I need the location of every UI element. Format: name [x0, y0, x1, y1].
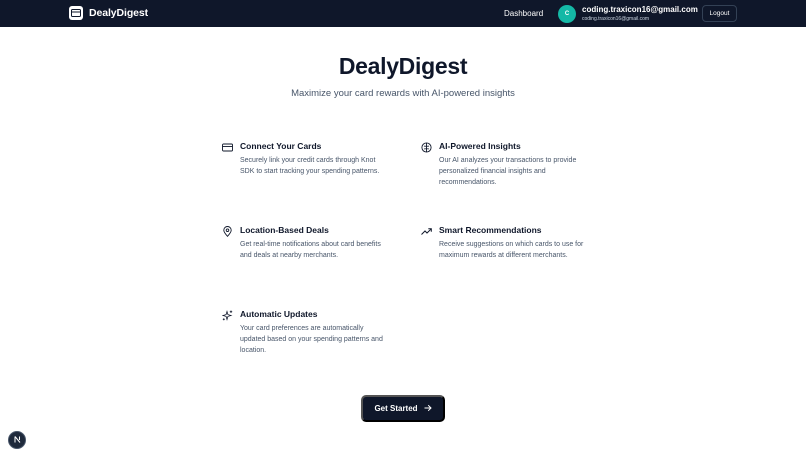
credit-card-logo-icon: [69, 6, 83, 20]
credit-card-icon: [222, 140, 233, 152]
feature-description: Receive suggestions on which cards to us…: [439, 241, 584, 259]
feature-title: Automatic Updates: [240, 309, 318, 319]
sparkles-icon: [221, 308, 233, 321]
top-navbar: DealyDigest Dashboard C coding.traxicon1…: [0, 0, 806, 27]
next-dev-badge[interactable]: [8, 431, 26, 449]
feature-title: Smart Recommendations: [439, 225, 542, 235]
feature-description: Our AI analyzes your transactions to pro…: [439, 157, 577, 186]
get-started-button[interactable]: Get Started: [361, 395, 445, 422]
feature-title: AI-Powered Insights: [439, 141, 521, 151]
feature-title: Location-Based Deals: [240, 225, 329, 235]
feature-description: Securely link your credit cards through …: [240, 157, 380, 175]
map-pin-icon: [222, 224, 233, 237]
page-title: DealyDigest: [338, 53, 468, 79]
feature-title: Connect Your Cards: [240, 141, 322, 151]
get-started-label: Get Started: [374, 404, 418, 413]
nav-dashboard-link[interactable]: Dashboard: [504, 9, 543, 18]
arrow-right-icon: [424, 404, 432, 414]
page-subtitle: Maximize your card rewards with AI-power…: [291, 88, 515, 99]
user-email-secondary: coding.traxicon16@gmail.com: [582, 16, 650, 22]
logout-button[interactable]: Logout: [702, 5, 737, 22]
user-avatar[interactable]: C: [558, 5, 576, 23]
brand-link[interactable]: DealyDigest: [69, 6, 148, 20]
next-logo-icon: [13, 431, 22, 449]
feature-description: Your card preferences are automatically …: [240, 325, 383, 354]
user-email: coding.traxicon16@gmail.com: [582, 5, 698, 14]
trending-up-icon: [421, 224, 432, 235]
feature-description: Get real-time notifications about card b…: [240, 241, 381, 259]
brand-name: DealyDigest: [89, 7, 149, 19]
brain-icon: [421, 140, 432, 153]
